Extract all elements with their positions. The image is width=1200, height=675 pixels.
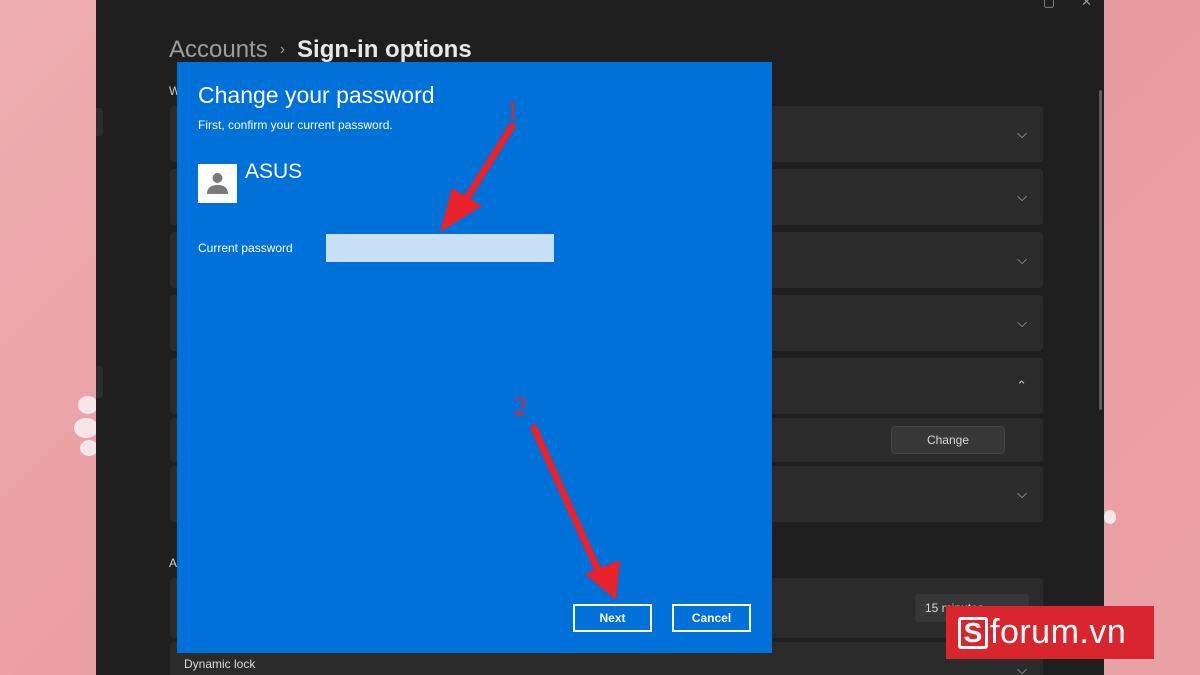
annotation-step-2: 2 <box>514 392 527 421</box>
sforum-logo-text: forum.vn <box>990 613 1127 651</box>
sforum-s-icon: S <box>958 616 988 649</box>
sforum-logo: S forum.vn <box>946 606 1154 659</box>
arrow-to-password-input <box>440 122 516 232</box>
annotation-step-1: 1 <box>506 96 519 125</box>
annotation-arrows <box>440 122 620 600</box>
arrow-to-next-button <box>530 424 620 600</box>
